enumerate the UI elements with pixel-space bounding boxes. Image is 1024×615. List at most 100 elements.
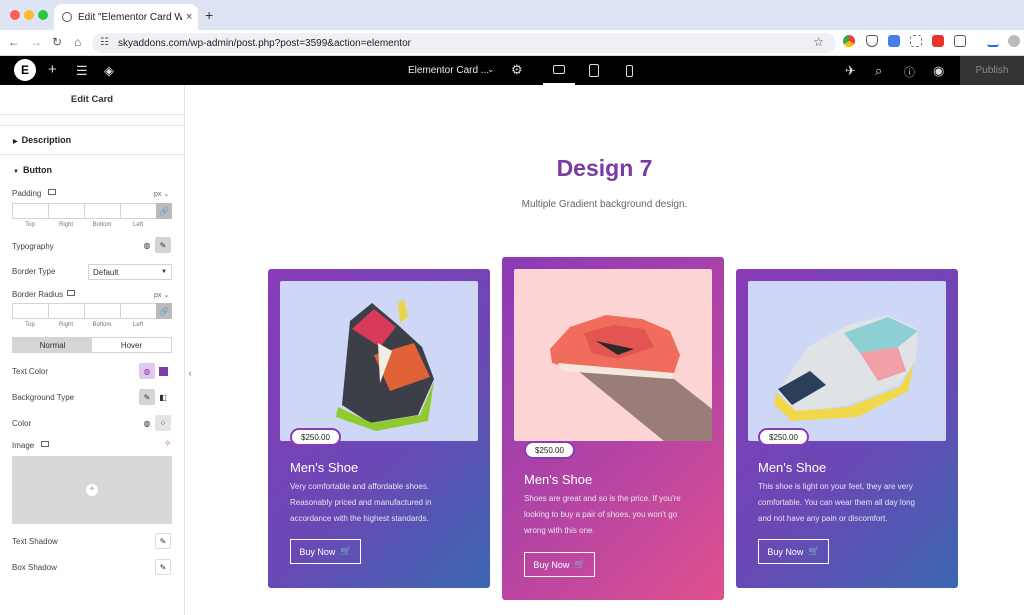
high-top-sneaker-image bbox=[336, 299, 434, 431]
mobile-icon bbox=[625, 64, 633, 77]
radius-top-input[interactable] bbox=[12, 303, 48, 319]
buy-now-label: Buy Now bbox=[299, 546, 336, 557]
card-description: This shoe is light on your feet, they ar… bbox=[758, 482, 915, 523]
padding-top-input[interactable] bbox=[12, 203, 48, 219]
buy-now-label: Buy Now bbox=[533, 559, 570, 570]
padding-unit-select[interactable]: px ⌄ bbox=[154, 190, 169, 198]
elementor-logo-icon[interactable]: E bbox=[14, 59, 36, 81]
extension-puzzle-icon[interactable] bbox=[954, 35, 966, 47]
background-type-label: Background Type bbox=[12, 393, 75, 402]
border-radius-unit-select[interactable]: px ⌄ bbox=[154, 291, 169, 299]
download-icon[interactable] bbox=[987, 35, 999, 47]
extension-shield-icon[interactable] bbox=[866, 35, 878, 47]
extension-chrome-icon[interactable] bbox=[843, 35, 855, 47]
window-close-button[interactable] bbox=[10, 10, 20, 20]
text-color-swatch[interactable] bbox=[155, 363, 171, 379]
preview-eye-icon[interactable]: ◉ bbox=[933, 63, 944, 79]
structure-layers-icon[interactable]: ◈ bbox=[104, 63, 114, 79]
background-gradient-icon[interactable]: ◧ bbox=[155, 389, 171, 405]
cart-icon: 🛒 bbox=[340, 546, 352, 556]
border-radius-inputs: 🔗 bbox=[12, 303, 172, 319]
border-type-select[interactable]: Default ▼ bbox=[88, 264, 172, 280]
buy-now-button[interactable]: Buy Now 🛒 bbox=[758, 539, 829, 564]
caret-down-icon: ▼ bbox=[13, 169, 19, 175]
link-values-icon[interactable]: 🔗 bbox=[156, 203, 172, 219]
radius-left-input[interactable] bbox=[120, 303, 156, 319]
profile-avatar[interactable] bbox=[1008, 35, 1020, 47]
browser-tab[interactable]: Edit "Elementor Card Widget" × bbox=[54, 4, 198, 30]
extension-v-icon[interactable] bbox=[932, 35, 944, 47]
site-settings-icon[interactable]: ☰ bbox=[76, 63, 88, 79]
close-tab-icon[interactable]: × bbox=[186, 11, 192, 23]
global-typography-icon[interactable]: ◍ bbox=[139, 237, 155, 253]
tablet-view-button[interactable] bbox=[578, 56, 610, 85]
home-icon[interactable]: ⌂ bbox=[74, 35, 81, 49]
divider bbox=[0, 125, 184, 126]
state-tabs: Normal Hover bbox=[12, 337, 172, 353]
radius-bottom-input[interactable] bbox=[84, 303, 120, 319]
notifications-rocket-icon[interactable]: ✈ bbox=[845, 63, 856, 79]
dim-label-bottom: Bottom bbox=[92, 322, 112, 328]
extension-translate-icon[interactable] bbox=[888, 35, 900, 47]
mobile-view-button[interactable] bbox=[613, 56, 645, 85]
global-color-icon[interactable]: ◍ bbox=[139, 363, 155, 379]
card-title: Men's Shoe bbox=[290, 460, 359, 475]
bookmark-star-icon[interactable]: ☆ bbox=[813, 35, 824, 49]
responsive-desktop-icon[interactable] bbox=[67, 290, 75, 296]
link-values-icon[interactable]: 🔗 bbox=[156, 303, 172, 319]
buy-now-label: Buy Now bbox=[767, 546, 804, 557]
responsive-desktop-icon[interactable] bbox=[41, 441, 49, 447]
radius-right-input[interactable] bbox=[48, 303, 84, 319]
divider bbox=[0, 114, 184, 115]
page-title-dropdown[interactable]: Elementor Card ... bbox=[408, 65, 489, 76]
ai-sparkle-icon[interactable]: ✧ bbox=[164, 438, 172, 449]
box-shadow-edit-pencil-icon[interactable]: ✎ bbox=[155, 559, 171, 575]
image-label: Image bbox=[12, 441, 35, 450]
typography-label: Typography bbox=[12, 242, 54, 251]
collapse-panel-chevron-icon[interactable]: ‹ bbox=[185, 360, 195, 386]
cart-icon: 🛒 bbox=[574, 559, 586, 569]
chevron-down-icon[interactable]: ⌄ bbox=[487, 64, 495, 75]
editor-panel: Edit Card ▶ Description ▼ Button Padding p… bbox=[0, 85, 185, 615]
text-color-label: Text Color bbox=[12, 367, 49, 376]
text-shadow-edit-pencil-icon[interactable]: ✎ bbox=[155, 533, 171, 549]
background-classic-brush-icon[interactable]: ✎ bbox=[139, 389, 155, 405]
search-icon[interactable]: ⌕ bbox=[875, 63, 882, 79]
reload-icon[interactable]: ↻ bbox=[52, 35, 62, 49]
panel-title: Edit Card bbox=[70, 94, 114, 105]
tab-hover[interactable]: Hover bbox=[92, 338, 171, 352]
section-button-toggle[interactable]: ▼ Button bbox=[13, 165, 52, 175]
product-image bbox=[280, 281, 478, 441]
tab-normal[interactable]: Normal bbox=[13, 338, 92, 352]
forward-arrow-icon[interactable]: → bbox=[30, 35, 42, 49]
add-element-icon[interactable]: + bbox=[48, 61, 57, 78]
section-description-toggle[interactable]: ▶ Description bbox=[13, 135, 71, 145]
global-color-icon[interactable]: ◍ bbox=[139, 415, 155, 431]
padding-bottom-input[interactable] bbox=[84, 203, 120, 219]
new-tab-button[interactable]: + bbox=[205, 7, 213, 23]
address-bar[interactable]: ☷ skyaddons.com/wp-admin/post.php?post=3… bbox=[92, 33, 836, 53]
buy-now-button[interactable]: Buy Now 🛒 bbox=[290, 539, 361, 564]
select-caret-icon: ▼ bbox=[161, 269, 167, 275]
extension-grid-icon[interactable] bbox=[910, 35, 922, 47]
padding-left-input[interactable] bbox=[120, 203, 156, 219]
dim-label-right: Right bbox=[58, 322, 73, 328]
desktop-view-button[interactable] bbox=[543, 56, 575, 85]
site-info-icon[interactable]: ☷ bbox=[100, 37, 109, 48]
color-picker-swatch[interactable]: ⁘ bbox=[155, 415, 171, 431]
help-icon[interactable]: ⓘ bbox=[904, 64, 915, 80]
responsive-desktop-icon[interactable] bbox=[48, 189, 56, 195]
edit-typography-pencil-icon[interactable]: ✎ bbox=[155, 237, 171, 253]
buy-now-button[interactable]: Buy Now 🛒 bbox=[524, 552, 595, 577]
window-zoom-button[interactable] bbox=[38, 10, 48, 20]
back-arrow-icon[interactable]: ← bbox=[8, 35, 20, 49]
cart-icon: 🛒 bbox=[808, 546, 820, 556]
padding-right-input[interactable] bbox=[48, 203, 84, 219]
dim-label-left: Left bbox=[132, 322, 143, 328]
dim-label-right: Right bbox=[58, 222, 73, 228]
page-settings-gear-icon[interactable]: ⚙ bbox=[511, 62, 523, 78]
product-image bbox=[748, 281, 946, 441]
window-minimize-button[interactable] bbox=[24, 10, 34, 20]
image-upload-area[interactable]: + bbox=[12, 456, 172, 524]
publish-button[interactable]: Publish bbox=[960, 56, 1024, 85]
